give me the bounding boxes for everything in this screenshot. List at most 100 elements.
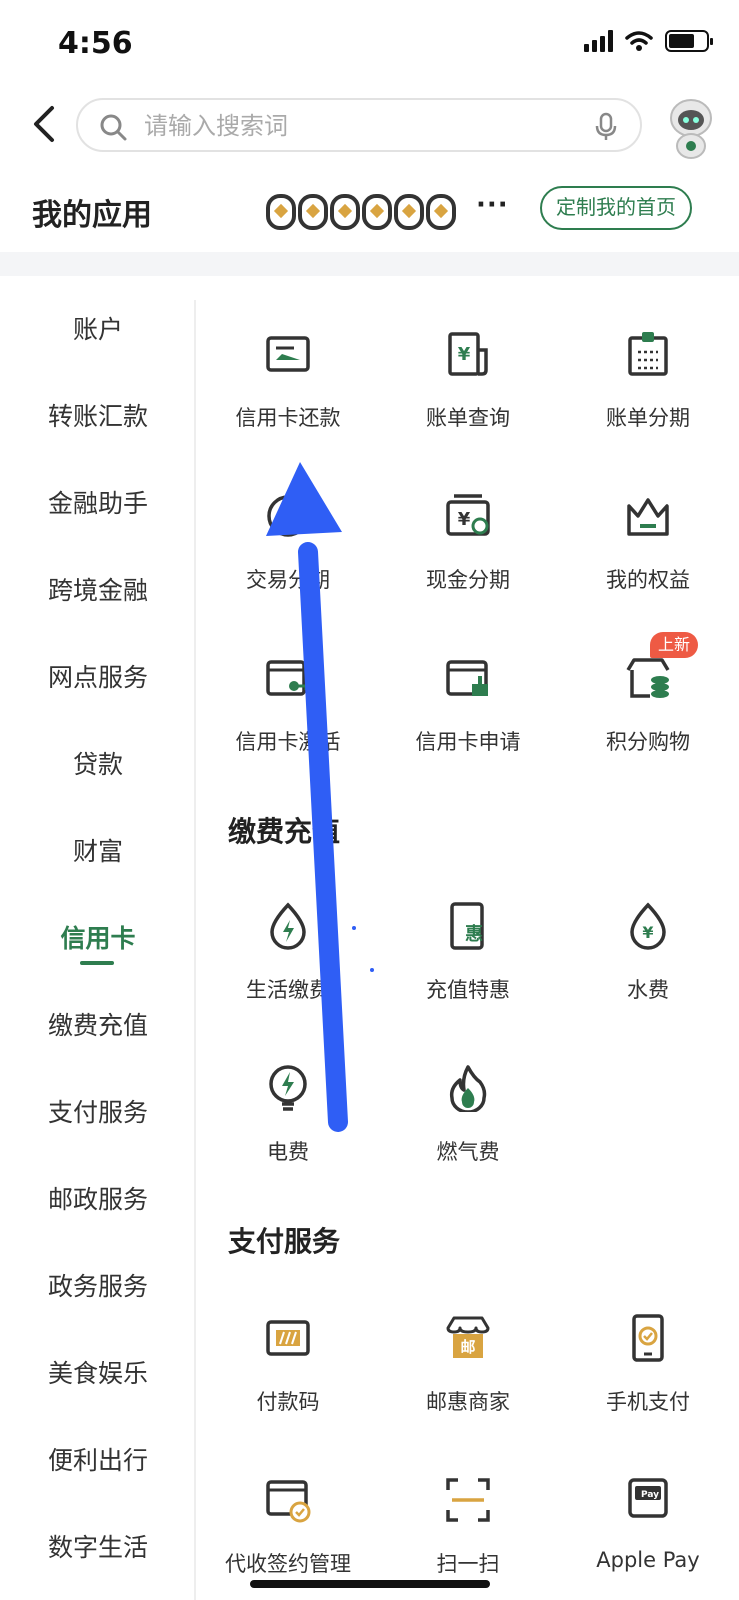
robot-avatar-icon[interactable] [658,94,724,160]
app-label: 扫一扫 [436,1552,500,1576]
app-mobile-pay[interactable]: 手机支付 [558,1284,738,1434]
section-title-pay-service: 支付服务 [228,1225,341,1258]
sidebar-item-payment[interactable]: 缴费充值 [0,996,196,1056]
signal-icon [584,30,613,52]
sidebar-item-postal[interactable]: 邮政服务 [0,1170,196,1230]
post-merchant-icon: 邮 [446,1316,490,1358]
electric-fee-icon [269,1065,307,1111]
app-post-merchant[interactable]: 邮 邮惠商家 [378,1284,558,1434]
svg-text:¥: ¥ [458,509,471,530]
sidebar-item-account[interactable]: 账户 [0,300,196,360]
search-box[interactable] [76,98,642,152]
app-cash-installment[interactable]: ¥ 现金分期 [378,462,558,612]
app-label: 信用卡激活 [235,730,341,754]
app-apple-pay[interactable]: Pay Apple Pay [558,1446,738,1596]
svg-text:Pay: Pay [641,1490,659,1500]
app-label: 积分购物 [606,730,690,754]
sidebar-item-digital-life[interactable]: 数字生活 [0,1518,196,1578]
gas-fee-icon [449,1065,487,1112]
microphone-icon[interactable] [594,112,618,142]
app-card-activate[interactable]: 信用卡激活 [198,624,378,774]
app-card-apply[interactable]: 信用卡申请 [378,624,558,774]
app-life-payment[interactable]: 生活缴费 [198,872,378,1022]
app-credit-card-repay[interactable]: 信用卡还款 [198,300,378,450]
bill-installment-icon [628,332,668,376]
mobile-pay-icon [632,1314,664,1362]
customize-home-button[interactable]: 定制我的首页 [540,186,692,230]
app-label: 交易分期 [246,568,330,592]
category-sidebar: 账户 转账汇款 金融助手 跨境金融 网点服务 贷款 财富 信用卡 缴费充值 支付… [0,300,196,1600]
card-activate-icon [266,660,310,696]
bill-query-icon: ¥ [448,332,488,376]
card-repay-icon [266,336,310,372]
svg-text:¥: ¥ [642,923,653,942]
app-label: 账单分期 [606,406,690,430]
app-label: 水费 [627,978,669,1002]
app-electric-fee[interactable]: 电费 [198,1034,378,1184]
svg-text:邮: 邮 [460,1338,475,1356]
app-label: 账单查询 [426,406,510,430]
app-bill-query[interactable]: ¥ 账单查询 [378,300,558,450]
sidebar-item-branch-service[interactable]: 网点服务 [0,648,196,708]
wifi-icon [625,31,653,51]
sidebar-item-transfer[interactable]: 转账汇款 [0,387,196,447]
app-label: 电费 [267,1140,309,1164]
app-label: Apple Pay [596,1548,700,1572]
pinned-app-icon [266,194,296,230]
svg-text:¥: ¥ [458,344,471,365]
payment-code-icon [266,1320,310,1356]
app-label: 燃气费 [436,1140,500,1164]
pinned-app-icon [394,194,424,230]
app-label: 生活缴费 [246,978,330,1002]
svg-text:惠: 惠 [465,924,483,945]
app-label: 邮惠商家 [426,1390,510,1414]
app-label: 付款码 [256,1390,320,1414]
app-my-benefits[interactable]: 我的权益 [558,462,738,612]
pinned-app-icon [426,194,456,230]
app-label: 手机支付 [606,1390,690,1414]
app-label: 信用卡申请 [415,730,521,754]
app-gas-fee[interactable]: 燃气费 [378,1034,558,1184]
pinned-app-icon [362,194,392,230]
sidebar-item-loan[interactable]: 贷款 [0,735,196,795]
new-badge: 上新 [650,632,699,658]
app-payment-code[interactable]: 付款码 [198,1284,378,1434]
transaction-installment-icon [267,495,309,537]
card-apply-icon [446,660,488,696]
app-collection-sign[interactable]: 代收签约管理 [198,1446,378,1596]
apple-pay-icon: Pay [628,1478,668,1518]
sidebar-item-wealth[interactable]: 财富 [0,822,196,882]
sidebar-item-credit-card[interactable]: 信用卡 [0,909,196,969]
app-transaction-installment[interactable]: 交易分期 [198,462,378,612]
pinned-apps-icon-strip[interactable] [266,190,466,234]
sidebar-item-pay-service[interactable]: 支付服务 [0,1083,196,1143]
status-time: 4:56 [58,26,133,61]
sidebar-item-food-entertainment[interactable]: 美食娱乐 [0,1344,196,1404]
header-row: 我的应用 ··· 定制我的首页 [0,176,739,246]
topup-discount-icon: 惠 [450,902,484,950]
app-bill-installment[interactable]: 账单分期 [558,300,738,450]
search-input[interactable] [144,108,564,144]
app-label: 充值特惠 [426,978,510,1002]
app-label: 代收签约管理 [225,1552,351,1576]
sidebar-item-cross-border[interactable]: 跨境金融 [0,561,196,621]
pinned-app-icon [298,194,328,230]
back-icon[interactable] [26,102,66,146]
home-indicator[interactable] [250,1580,490,1588]
app-points-shop[interactable]: 积分购物 [558,624,738,774]
section-divider [0,252,739,276]
sidebar-item-travel[interactable]: 便利出行 [0,1431,196,1491]
battery-icon [665,30,713,52]
app-label: 我的权益 [606,568,690,592]
sidebar-item-finance-assistant[interactable]: 金融助手 [0,474,196,534]
status-icons [584,30,713,52]
points-shop-icon [626,658,670,698]
app-scan[interactable]: 扫一扫 [378,1446,558,1596]
more-icon[interactable]: ··· [476,190,509,220]
sidebar-item-government[interactable]: 政务服务 [0,1257,196,1317]
search-row [0,90,739,162]
pinned-app-icon [330,194,360,230]
app-water-fee[interactable]: ¥ 水费 [558,872,738,1022]
scan-icon [446,1478,490,1522]
app-topup-discount[interactable]: 惠 充值特惠 [378,872,558,1022]
